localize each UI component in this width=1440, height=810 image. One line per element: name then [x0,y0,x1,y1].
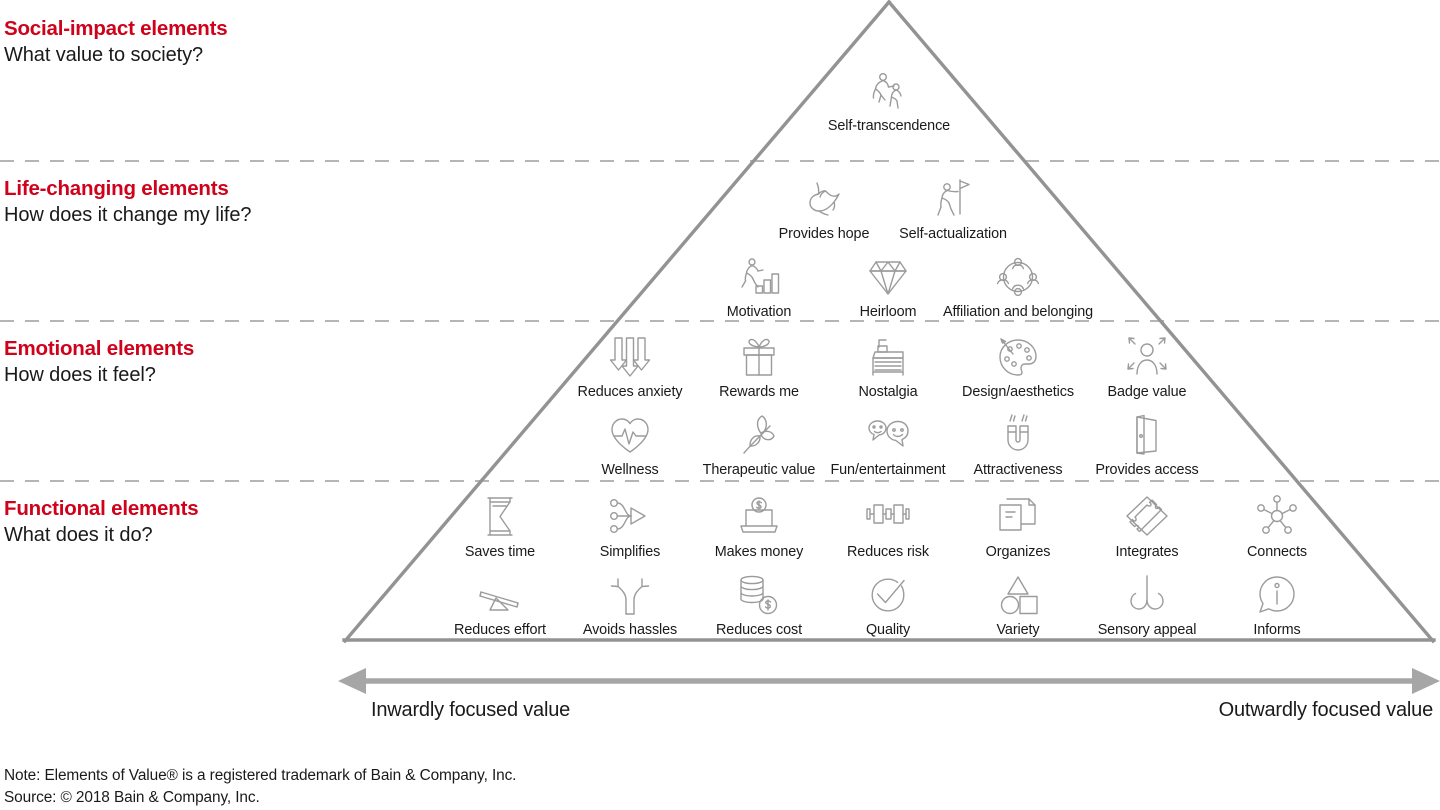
tier-label-functional: Functional elements What does it do? [4,496,199,548]
element-label: Affiliation and belonging [942,304,1094,320]
tier-title-emotional: Emotional elements [4,337,195,360]
info-bubble-icon [1197,572,1357,618]
element-connects[interactable]: Connects [1197,494,1357,561]
elements-of-value-pyramid-diagram: Social-impact elements What value to soc… [0,0,1440,810]
element-label: Self-actualization [899,226,1007,242]
element-provides-access[interactable]: Provides access [1067,412,1227,479]
focus-axis-arrow [338,668,1440,694]
badge-person-icon [1067,334,1227,380]
element-self-transcendence[interactable]: Self-transcendence [809,68,969,135]
element-label: Informs [1253,622,1301,638]
axis-caption-inward: Inwardly focused value [371,699,571,721]
tier-label-social-impact: Social-impact elements What value to soc… [4,16,228,68]
flag-climber-icon [873,176,1033,222]
people-circle-icon [898,254,1138,300]
tier-label-emotional: Emotional elements How does it feel? [4,336,194,388]
network-node-icon [1197,494,1357,540]
element-label: Self-transcendence [827,118,951,134]
footer-note: Note: Elements of Value® is a registered… [4,767,517,784]
element-self-actualization[interactable]: Self-actualization [873,176,1033,243]
tier-title-life-changing: Life-changing elements [4,177,229,200]
tier-label-life-changing: Life-changing elements How does it chang… [4,176,252,228]
pyramid-vector-layer [0,0,1440,694]
tier-question-social-impact: What value to society? [4,44,204,66]
tier-question-life-changing: How does it change my life? [4,204,252,226]
element-label: Connects [1247,544,1307,560]
tier-question-functional: What does it do? [4,524,153,546]
element-affiliation-and-belonging[interactable]: Affiliation and belonging [898,254,1138,321]
element-badge-value[interactable]: Badge value [1067,334,1227,401]
element-informs[interactable]: Informs [1197,572,1357,639]
self-transcendence-icon [809,68,969,114]
element-label: Provides access [1095,462,1199,478]
tier-title-functional: Functional elements [4,497,199,520]
axis-caption-outward: Outwardly focused value [1218,699,1434,721]
tier-question-emotional: How does it feel? [4,364,156,386]
footer-source: Source: © 2018 Bain & Company, Inc. [4,789,260,806]
element-label: Badge value [1107,384,1187,400]
tier-title-social-impact: Social-impact elements [4,17,228,40]
open-door-icon [1067,412,1227,458]
